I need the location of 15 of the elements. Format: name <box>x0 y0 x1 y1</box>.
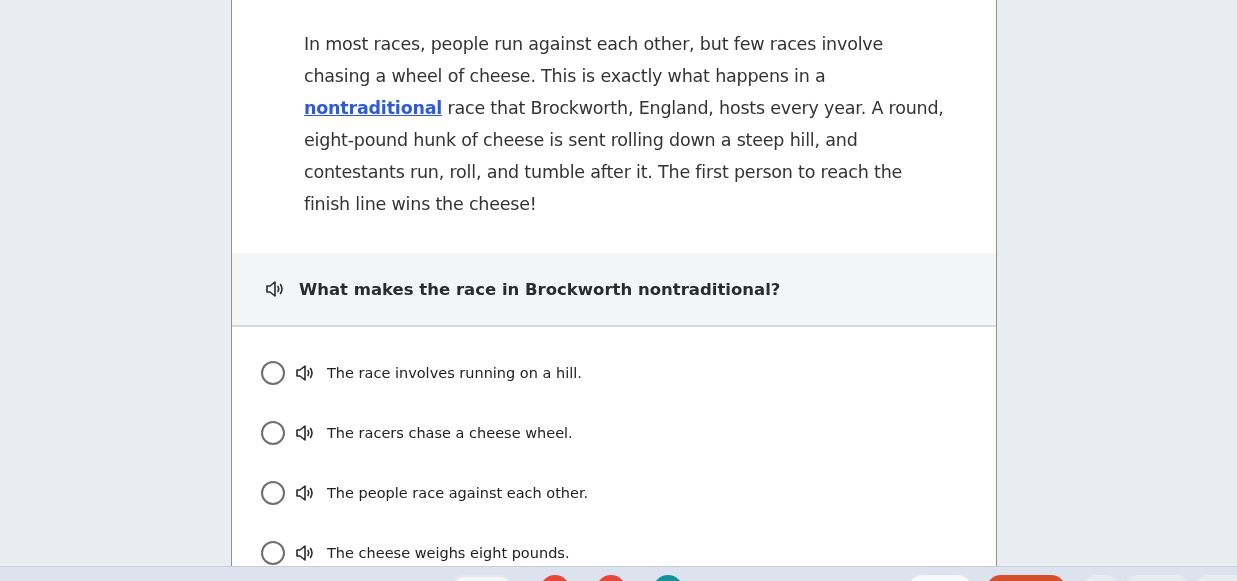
answer-option[interactable]: The people race against each other. <box>327 485 589 501</box>
speaker-icon[interactable] <box>265 279 285 299</box>
speaker-icon[interactable] <box>295 423 315 443</box>
passage-text: In most races, people run against each other, but few races involve chasing a wheel of cheese. This is exactly what happens in a nontraditional race that Brockworth, England, hosts every year. A round, eight-pound hunk of cheese is sent rolling down a steep hill, and contestants run, roll, and tumble after it. The first person to reach the finish line wins the cheese! <box>304 33 945 216</box>
radio-button[interactable] <box>261 481 285 505</box>
answer-option[interactable]: The cheese weighs eight pounds. <box>327 545 570 561</box>
speaker-icon[interactable] <box>295 483 315 503</box>
speaker-icon[interactable] <box>295 543 315 563</box>
radio-button[interactable] <box>261 361 285 385</box>
radio-button[interactable] <box>261 421 285 445</box>
answer-option[interactable]: The race involves running on a hill. <box>327 365 582 381</box>
vocabulary-link[interactable]: nontraditional <box>304 98 443 118</box>
answer-option[interactable]: The racers chase a cheese wheel. <box>327 425 573 441</box>
speaker-icon[interactable] <box>295 363 315 383</box>
question-text: What makes the race in Brockworth nontraditional? <box>299 279 781 299</box>
